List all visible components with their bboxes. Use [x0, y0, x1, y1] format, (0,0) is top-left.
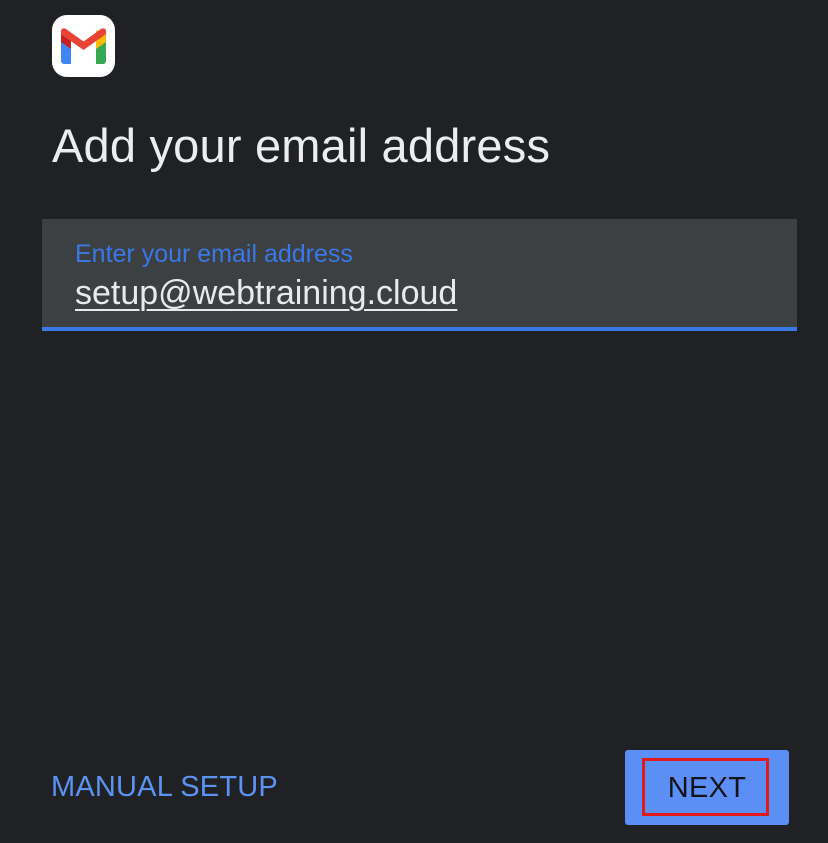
email-field[interactable]: Enter your email address setup@webtraini…: [42, 219, 797, 331]
email-field-label: Enter your email address: [75, 240, 353, 268]
email-field-value[interactable]: setup@webtraining.cloud: [75, 274, 457, 313]
next-button[interactable]: NEXT: [625, 750, 789, 825]
page-title: Add your email address: [52, 119, 551, 172]
next-button-label: NEXT: [667, 772, 747, 804]
manual-setup-button[interactable]: MANUAL SETUP: [51, 771, 278, 804]
gmail-icon: [52, 15, 115, 77]
gmail-logo-graphic: [61, 28, 106, 64]
